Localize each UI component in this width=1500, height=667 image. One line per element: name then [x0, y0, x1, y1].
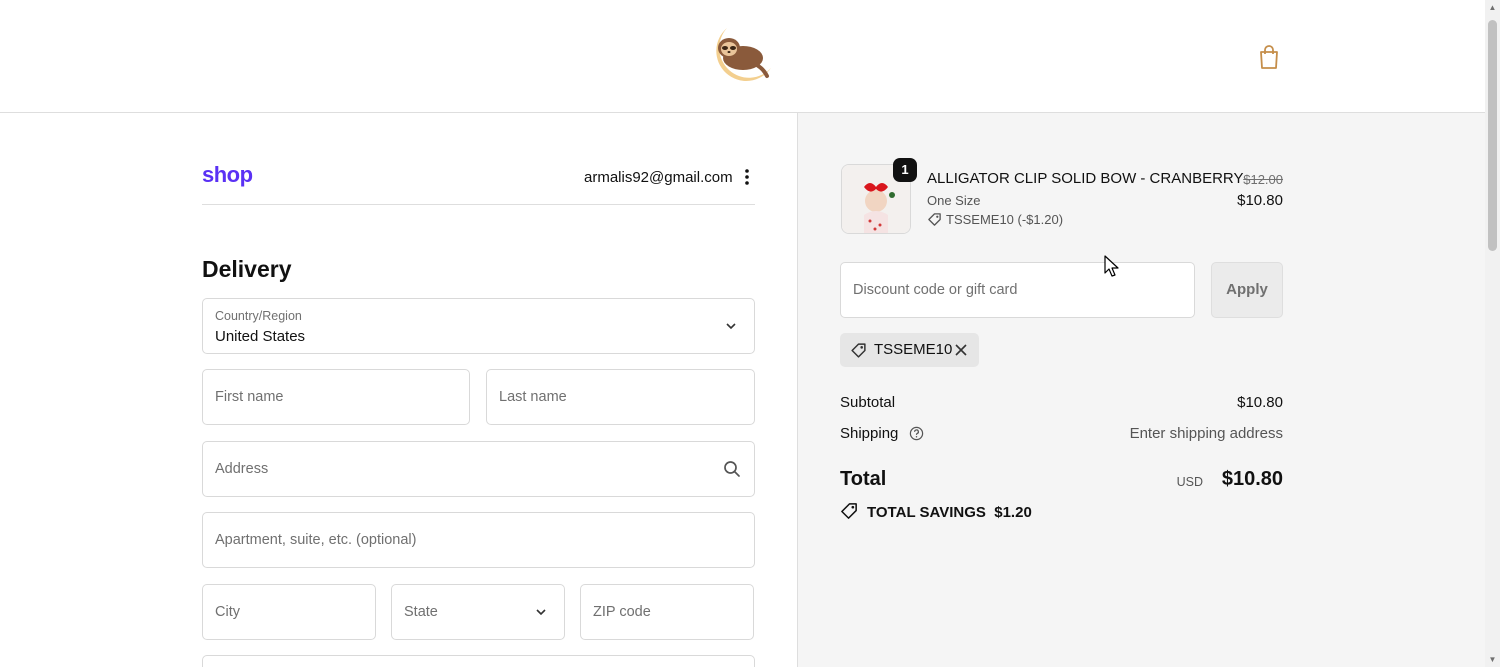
more-options-icon[interactable]: [740, 166, 754, 188]
country-value: United States: [215, 328, 306, 345]
product-title: ALLIGATOR CLIP SOLID BOW - CRANBERRY: [927, 170, 1244, 187]
checkout-page: shop armalis92@gmail.com Delivery Countr…: [0, 0, 1500, 667]
shopping-bag-icon[interactable]: [1257, 44, 1281, 70]
subtotal-value: $10.80: [1237, 394, 1283, 411]
header: [0, 0, 1485, 113]
product-discount: TSSEME10 (-$1.20): [927, 212, 1063, 227]
product-variant: One Size: [927, 193, 981, 208]
zip-placeholder: ZIP code: [593, 604, 651, 620]
address-field[interactable]: Address: [202, 441, 755, 497]
search-icon: [724, 461, 740, 477]
delivery-heading: Delivery: [202, 256, 292, 282]
apartment-placeholder: Apartment, suite, etc. (optional): [215, 532, 417, 548]
first-name-field[interactable]: First name: [202, 369, 470, 425]
original-price: $12.00: [1243, 172, 1283, 187]
state-select[interactable]: State: [391, 584, 565, 640]
chevron-down-icon: [726, 323, 736, 330]
shop-pay-logo: shop: [202, 162, 253, 187]
savings-label: TOTAL SAVINGS: [867, 504, 986, 521]
country-label: Country/Region: [215, 309, 302, 323]
zip-field[interactable]: ZIP code: [580, 584, 754, 640]
chevron-down-icon: [536, 609, 546, 616]
scroll-down-icon[interactable]: ▼: [1488, 655, 1497, 664]
item-price: $10.80: [1237, 192, 1283, 209]
page-scrollbar[interactable]: ▲ ▼: [1485, 0, 1500, 667]
mouse-cursor-icon: [1104, 255, 1119, 277]
address-placeholder: Address: [215, 461, 269, 477]
shipping-label: Shipping: [840, 425, 899, 442]
city-field[interactable]: City: [202, 584, 376, 640]
divider: [202, 204, 755, 205]
total-label: Total: [840, 468, 887, 490]
help-icon[interactable]: [909, 426, 924, 441]
apartment-field[interactable]: Apartment, suite, etc. (optional): [202, 512, 755, 568]
sloth-moon-logo-icon[interactable]: [709, 24, 775, 86]
total-savings: TOTAL SAVINGS $1.20: [840, 502, 1032, 521]
remove-discount-icon[interactable]: [954, 343, 968, 357]
currency-code: USD: [1176, 475, 1203, 489]
product-discount-label: TSSEME10 (-$1.20): [946, 212, 1064, 227]
city-placeholder: City: [215, 604, 240, 620]
country-select[interactable]: Country/Region United States: [202, 298, 755, 354]
quantity-badge: 1: [893, 158, 917, 182]
account-email: armalis92@gmail.com: [584, 169, 733, 186]
phone-field[interactable]: [202, 655, 755, 667]
savings-tag-icon: [841, 503, 857, 519]
discount-code-input[interactable]: Discount code or gift card: [840, 262, 1195, 318]
state-placeholder: State: [404, 604, 438, 620]
scrollbar-thumb[interactable]: [1488, 20, 1497, 251]
last-name-placeholder: Last name: [499, 389, 567, 405]
applied-discount-code: TSSEME10: [874, 341, 953, 358]
subtotal-label: Subtotal: [840, 394, 896, 411]
tag-icon: [928, 213, 941, 226]
shipping-value: Enter shipping address: [1129, 425, 1283, 442]
tag-icon: [851, 343, 866, 358]
last-name-field[interactable]: Last name: [486, 369, 755, 425]
apply-button[interactable]: Apply: [1211, 262, 1283, 318]
shipping-row: Shipping: [840, 425, 924, 442]
savings-value: $1.20: [994, 504, 1032, 521]
applied-discount-chip: TSSEME10: [840, 333, 979, 367]
first-name-placeholder: First name: [215, 389, 284, 405]
total-value: $10.80: [1221, 468, 1283, 490]
scroll-up-icon[interactable]: ▲: [1488, 3, 1497, 12]
discount-code-placeholder: Discount code or gift card: [853, 282, 1018, 298]
